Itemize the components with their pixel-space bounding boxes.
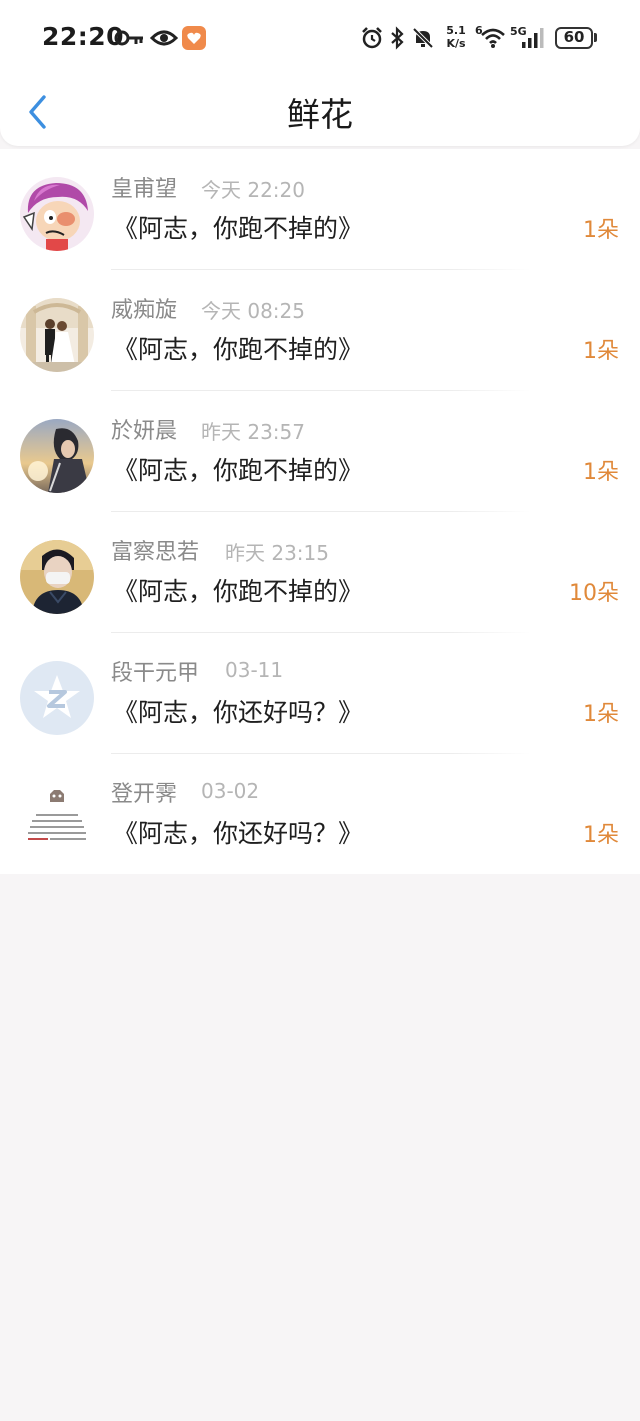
network-speed: 5.1 K/s [444,24,468,50]
avatar[interactable] [20,298,94,372]
sender-name: 威痴旋 [111,298,178,323]
page-title: 鲜花 [287,95,353,134]
work-title: 《阿志，你跑不掉的》 [113,214,364,243]
avatar[interactable] [20,782,94,856]
list-item[interactable]: 於妍晨 昨天 23:57 《阿志，你跑不掉的》 1朵 [0,391,640,512]
alarm-icon [362,27,382,49]
list-item[interactable]: 皇甫望 今天 22:20 《阿志，你跑不掉的》 1朵 [0,149,640,270]
send-time: 今天 08:25 [201,299,305,323]
flower-count: 10朵 [569,581,619,606]
flower-count: 1朵 [583,218,619,243]
wifi-icon [481,28,505,48]
flower-count: 1朵 [583,823,619,848]
work-title: 《阿志，你跑不掉的》 [113,577,364,606]
battery-indicator: 60 [555,27,593,49]
send-time: 今天 22:20 [201,178,305,202]
muted-bell-icon [412,27,434,49]
sender-name: 段干元甲 [111,661,200,686]
avatar[interactable] [20,177,94,251]
list-item[interactable]: 段干元甲 03-11 《阿志，你还好吗？》 1朵 [0,633,640,754]
send-time: 昨天 23:57 [201,420,305,444]
work-title: 《阿志，你跑不掉的》 [113,335,364,364]
flower-record-list: 皇甫望 今天 22:20 《阿志，你跑不掉的》 1朵 威痴旋 今天 08:25 … [0,149,640,874]
avatar[interactable] [20,540,94,614]
battery-tip [594,33,597,42]
sender-name: 皇甫望 [111,177,178,202]
app-notification-icon [182,26,206,50]
send-time: 03-02 [201,779,260,803]
avatar[interactable] [20,661,94,735]
flower-count: 1朵 [583,460,619,485]
key-icon [114,30,143,46]
list-item[interactable]: 富察思若 昨天 23:15 《阿志，你跑不掉的》 10朵 [0,512,640,633]
sender-name: 登开霁 [111,782,178,807]
work-title: 《阿志，你还好吗？》 [113,819,364,848]
avatar[interactable] [20,419,94,493]
work-title: 《阿志，你还好吗？》 [113,698,364,727]
send-time: 03-11 [225,658,284,682]
list-item[interactable]: 威痴旋 今天 08:25 《阿志，你跑不掉的》 1朵 [0,270,640,391]
network-speed-value: 5.1 [446,24,466,37]
status-bar: 22:20 5.1 K/s 6 5G 60 [0,0,640,76]
default-avatar-icon [20,661,94,735]
list-item[interactable]: 登开霁 03-02 《阿志，你还好吗？》 1朵 [0,754,640,875]
sender-name: 於妍晨 [111,419,178,444]
send-time: 昨天 23:15 [225,541,329,565]
bluetooth-icon [391,26,404,50]
work-title: 《阿志，你跑不掉的》 [113,456,364,485]
app-header: 22:20 5.1 K/s 6 5G 60 鲜花 [0,0,640,146]
network-speed-unit: K/s [446,37,466,50]
flower-count: 1朵 [583,339,619,364]
signal-icon [522,28,544,48]
eye-icon [150,30,178,46]
flower-count: 1朵 [583,702,619,727]
sender-name: 富察思若 [111,540,200,565]
status-time: 22:20 [42,22,125,51]
